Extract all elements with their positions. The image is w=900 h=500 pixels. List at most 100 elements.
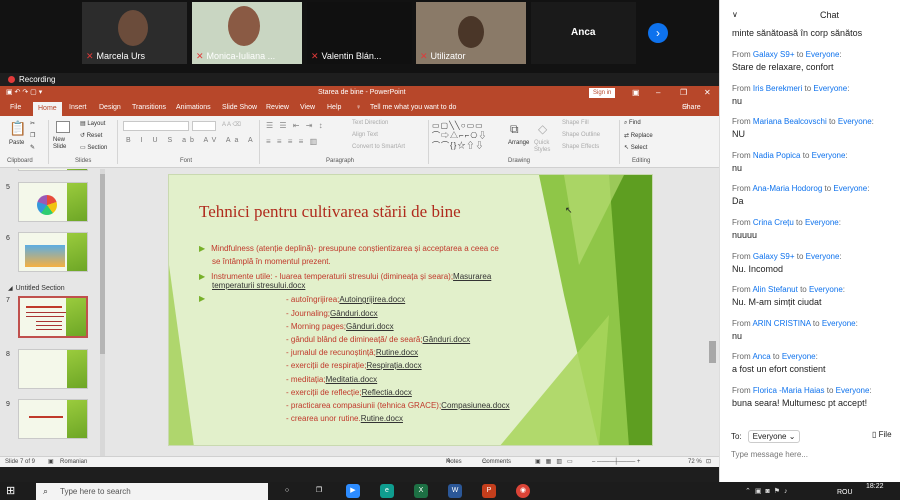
chat-sender[interactable]: Mariana Bealcovschi (753, 117, 827, 126)
technique-link[interactable]: Gânduri.docx (330, 309, 378, 318)
shape-outline-button[interactable]: Shape Outline (562, 132, 600, 138)
chat-sender[interactable]: Galaxy S9+ (753, 50, 795, 59)
technique-link[interactable]: Meditatia.docx (326, 375, 378, 384)
font-grow-shrink-icon[interactable]: A A ⌫ (222, 121, 241, 128)
new-slide-button[interactable]: New Slide (53, 137, 75, 151)
cut-icon[interactable]: ✂ (30, 120, 35, 127)
select-button[interactable]: ↖ Select (624, 144, 647, 151)
task-view-icon[interactable]: ❐ (312, 484, 326, 498)
technique-link[interactable]: Compasiunea.docx (441, 401, 509, 410)
chat-sender[interactable]: Anca (752, 352, 770, 361)
zoom-app-icon[interactable]: ▶ (346, 484, 360, 498)
copy-icon[interactable]: ❐ (30, 132, 35, 139)
cortana-icon[interactable]: ○ (280, 484, 294, 498)
list-icons[interactable]: ☰ ☰ ⇤ ⇥ ↕ (266, 121, 325, 130)
powerpoint-icon[interactable]: P (482, 484, 496, 498)
windows-start-icon[interactable]: ⊞ (6, 485, 20, 497)
chat-sender[interactable]: ARIN CRISTINA (752, 319, 810, 328)
arrange-button[interactable]: Arrange (508, 140, 529, 146)
recipient-select[interactable]: Everyone ⌄ (747, 430, 801, 443)
format-painter-icon[interactable]: ✎ (30, 144, 35, 151)
clock[interactable]: 18:22 (866, 483, 884, 490)
technique-link[interactable]: Rutine.docx (376, 348, 418, 357)
technique-link[interactable]: Autoingrijirea.docx (339, 295, 405, 304)
close-icon[interactable]: ✕ (704, 86, 711, 100)
chat-message-input[interactable]: Type message here... (731, 450, 808, 459)
slide-thumbnail[interactable] (18, 232, 88, 272)
slide-vertical-scrollbar[interactable] (708, 171, 717, 455)
chat-sender[interactable]: Crina Crețu (753, 218, 794, 227)
slide-thumbnail[interactable] (18, 349, 88, 389)
language-indicator[interactable]: ROU (837, 489, 853, 496)
shape-effects-button[interactable]: Shape Effects (562, 144, 599, 150)
video-tile[interactable]: ✕ Utilizator (416, 2, 526, 64)
chrome-icon[interactable]: ◉ (516, 484, 530, 498)
align-icons[interactable]: ≡ ≡ ≡ ≡ ▥ (266, 137, 319, 146)
tab-help[interactable]: Help (327, 100, 341, 116)
slide-thumbnail-selected[interactable] (18, 296, 88, 338)
layout-button[interactable]: ▤ Layout (80, 120, 105, 127)
chat-sender[interactable]: Nadia Popica (753, 151, 801, 160)
edge-icon[interactable]: e (380, 484, 394, 498)
tab-home[interactable]: Home (33, 102, 62, 116)
technique-link[interactable]: Rutine.docx (361, 414, 403, 423)
tab-animations[interactable]: Animations (176, 100, 211, 116)
find-button[interactable]: ⌕ Find (624, 120, 641, 127)
font-size-box[interactable] (192, 121, 216, 131)
technique-link[interactable]: Gânduri.docx (423, 335, 471, 344)
tab-review[interactable]: Review (266, 100, 289, 116)
chat-sender[interactable]: Galaxy S9+ (753, 252, 795, 261)
slide-canvas[interactable]: Tehnici pentru cultivarea stării de bine… (168, 174, 653, 446)
section-button[interactable]: ▭ Section (80, 144, 107, 151)
video-tile[interactable]: Anca (531, 2, 636, 64)
video-tile[interactable]: ✕ Marcela Urs (82, 2, 187, 64)
align-text-button[interactable]: Align Text (352, 132, 378, 138)
paste-button[interactable]: Paste (9, 140, 24, 146)
excel-icon[interactable]: X (414, 484, 428, 498)
next-page-button[interactable]: › (648, 23, 668, 43)
font-name-box[interactable] (123, 121, 189, 131)
font-format-icons[interactable]: B I U S ab AV Aa A (126, 137, 257, 144)
chat-sender[interactable]: Alin Stefanut (752, 285, 797, 294)
arrange-icon[interactable]: ⧉ (510, 122, 519, 137)
new-slide-icon[interactable] (56, 121, 70, 133)
chat-sender[interactable]: Ana-Maria Hodorog (752, 184, 822, 193)
shapes-gallery[interactable]: ▭▢╲╲○▭▭ ⌒⇨△⌐⌐⎔⇩ ⌒⌒{}☆⇧⇩ (432, 121, 498, 153)
quick-styles-icon[interactable]: ◇ (538, 122, 547, 136)
quick-styles-button[interactable]: Quick Styles (534, 140, 556, 154)
slide-thumbnail[interactable] (18, 399, 88, 439)
section-header[interactable]: ◢ Untitled Section (8, 285, 65, 292)
quick-access-icons[interactable]: ▣ ↶ ↷ ▢ ▾ (6, 86, 42, 100)
technique-link[interactable]: Reflectia.docx (362, 388, 412, 397)
tab-transitions[interactable]: Transitions (132, 100, 166, 116)
chevron-down-icon[interactable]: ∨ (732, 10, 738, 19)
sign-in-button[interactable]: Sign in (589, 88, 616, 98)
tab-view[interactable]: View (300, 100, 315, 116)
video-tile[interactable]: ✕ Monica-Iuliana ... (192, 2, 302, 64)
stress-temperature-link[interactable]: Masurarea (453, 272, 491, 281)
taskbar-search-box[interactable]: ⌕ Type here to search (36, 483, 268, 500)
tab-design[interactable]: Design (99, 100, 121, 116)
minimize-icon[interactable]: – (656, 86, 660, 100)
stress-temperature-link-cont[interactable]: temperaturii stresului.docx (212, 281, 305, 290)
slide-thumbnail[interactable] (18, 169, 88, 171)
maximize-icon[interactable]: ❐ (680, 86, 687, 100)
shape-fill-button[interactable]: Shape Fill (562, 120, 589, 126)
tab-insert[interactable]: Insert (69, 100, 87, 116)
convert-smartart-button[interactable]: Convert to SmartArt (352, 144, 405, 150)
chat-sender[interactable]: Iris Berekmeri (753, 84, 802, 93)
tab-file[interactable]: File (10, 100, 21, 116)
text-direction-button[interactable]: Text Direction (352, 120, 388, 126)
ribbon-options-icon[interactable]: ▣ (632, 86, 640, 100)
technique-link[interactable]: Gânduri.docx (346, 322, 394, 331)
chat-sender[interactable]: Florica -Maria Haias (753, 386, 825, 395)
slides-panel-scrollbar[interactable] (100, 169, 105, 456)
reset-button[interactable]: ↺ Reset (80, 132, 102, 139)
slide-thumbnail[interactable] (18, 182, 88, 222)
word-icon[interactable]: W (448, 484, 462, 498)
system-tray-icons[interactable]: ⌃▣◙⚑♪ (745, 487, 791, 495)
video-tile[interactable]: ✕ Valentin Blán... (307, 2, 412, 64)
technique-link[interactable]: Respirația.docx (366, 361, 421, 370)
file-button[interactable]: ▯ File (872, 430, 892, 439)
replace-button[interactable]: ⇄ Replace (624, 132, 653, 139)
